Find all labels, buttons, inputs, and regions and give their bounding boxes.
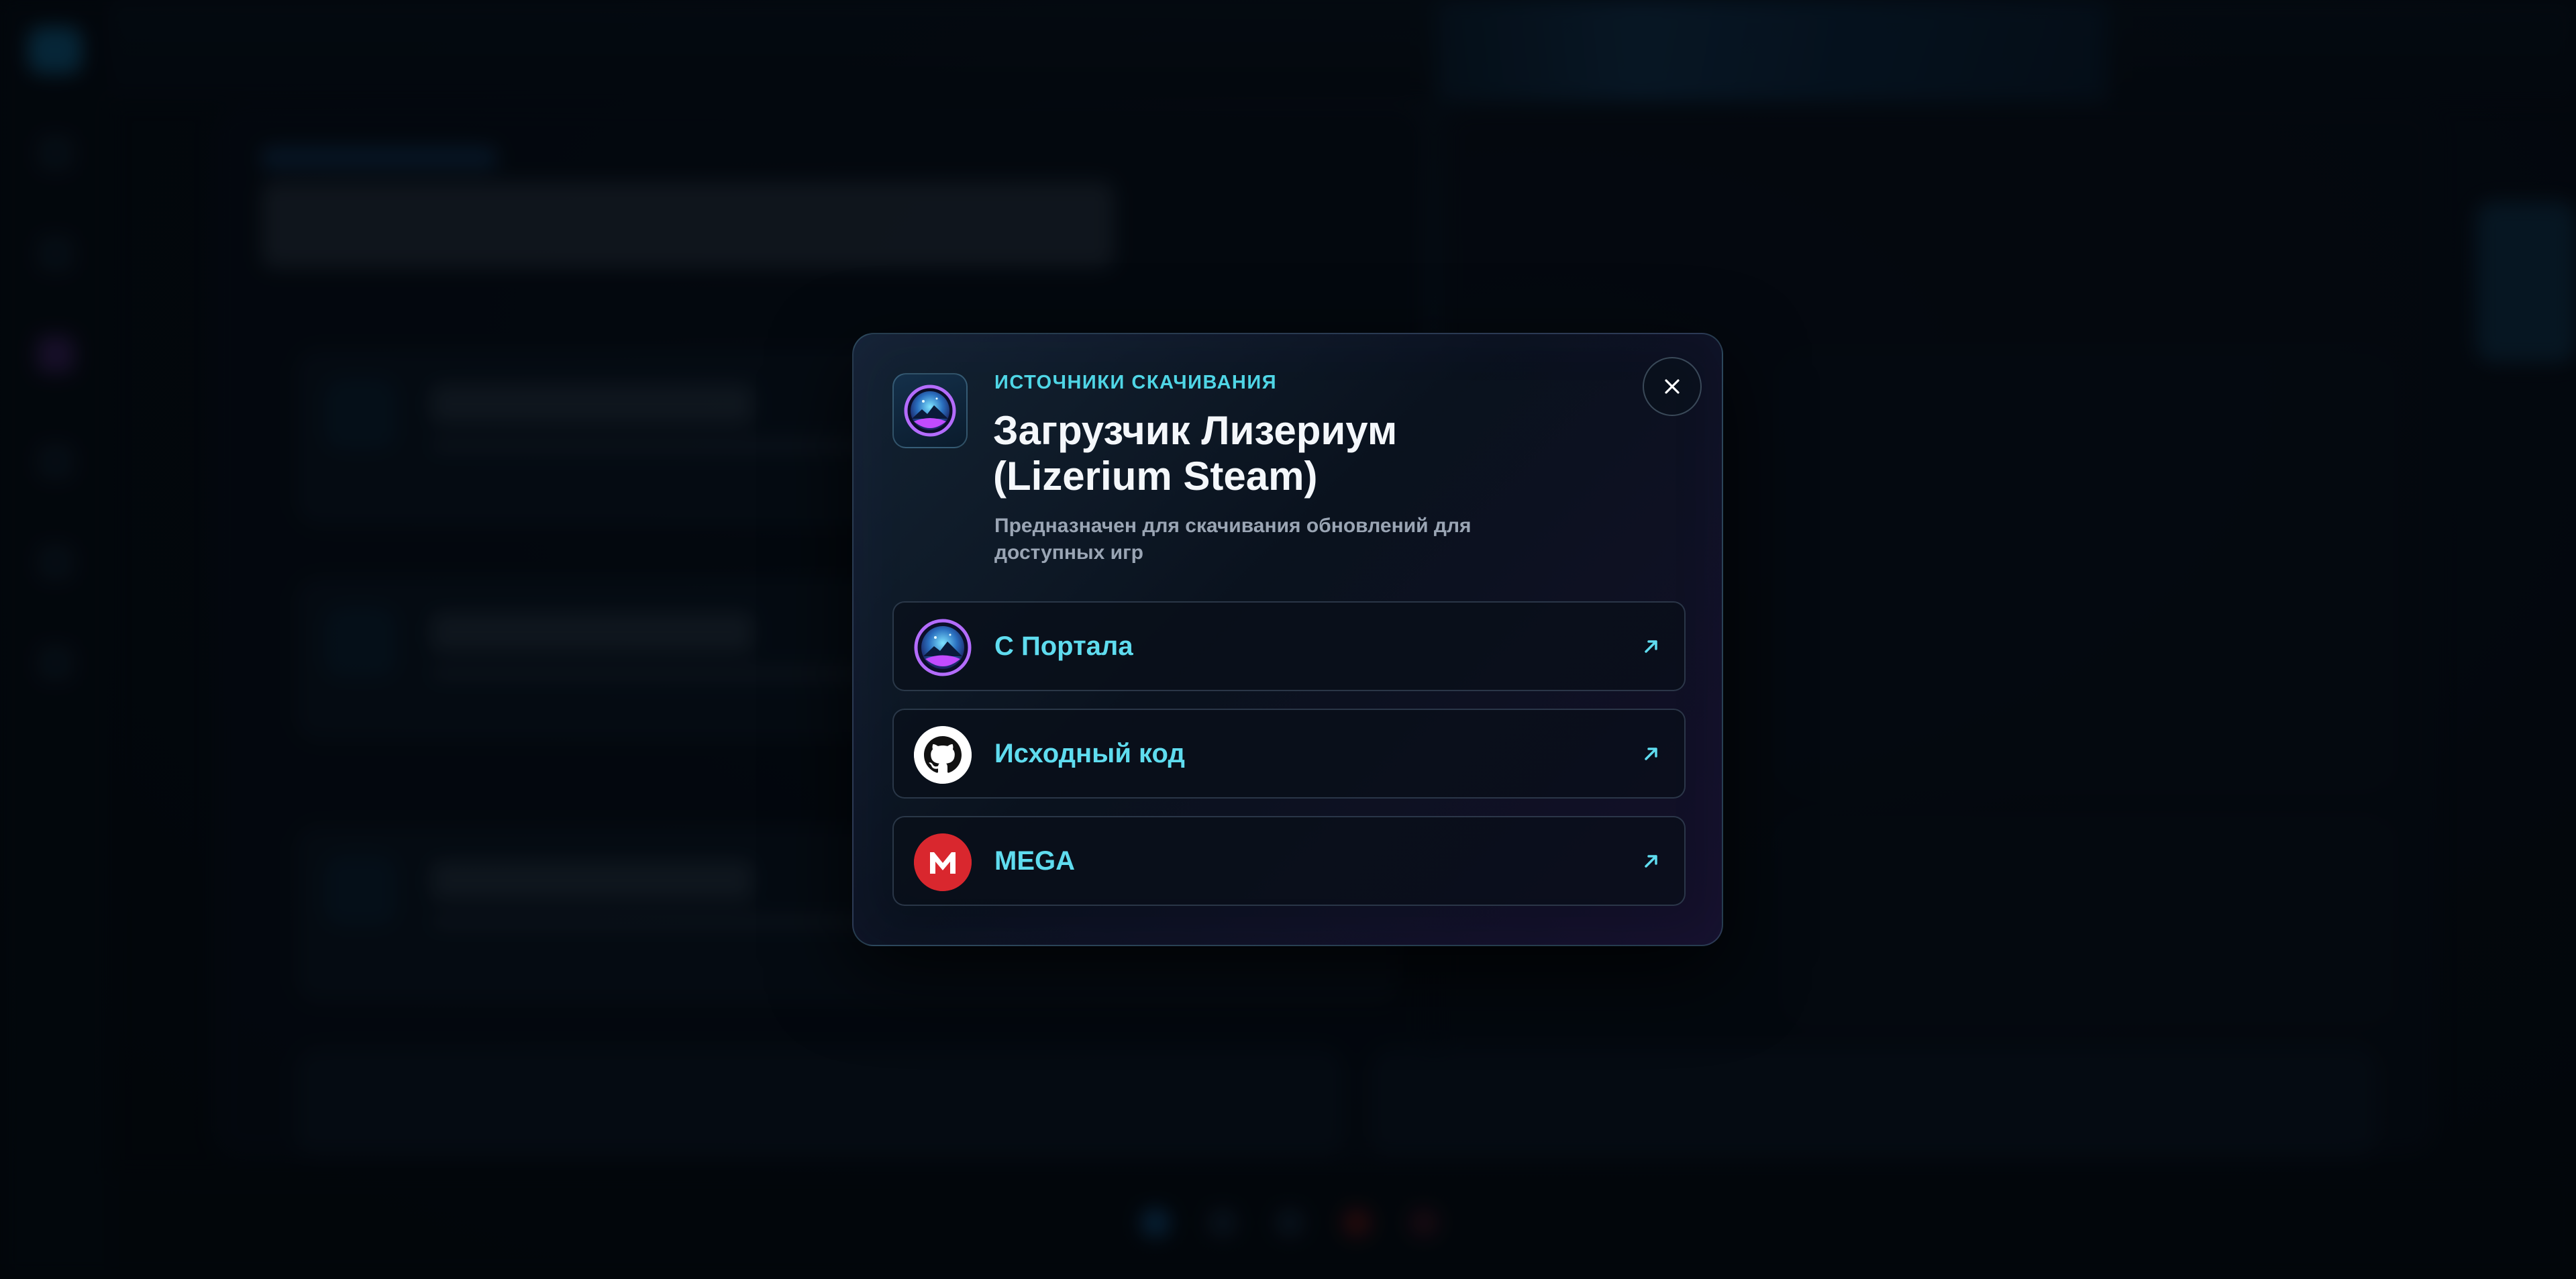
external-link-arrow-icon	[1639, 633, 1664, 659]
modal-title: Загрузчик Лизериум (Lizerium Steam)	[993, 408, 1398, 499]
link-label: С Портала	[994, 631, 1133, 661]
link-label: Исходный код	[994, 738, 1185, 768]
link-source-code[interactable]: Исходный код	[892, 709, 1686, 799]
link-mega[interactable]: MEGA	[892, 816, 1686, 906]
external-link-arrow-icon	[1639, 848, 1664, 874]
lizerium-logo-icon	[892, 373, 968, 448]
download-links-list: С Портала Исходный код MEGA	[892, 601, 1686, 923]
github-icon	[914, 726, 972, 784]
link-label: MEGA	[994, 846, 1075, 876]
modal-description: Предназначен для скачивания обновлений д…	[994, 515, 1472, 564]
close-icon	[1665, 379, 1680, 394]
modal-eyebrow: ИСТОЧНИКИ СКАЧИВАНИЯ	[994, 372, 1278, 393]
lizerium-logo-icon	[914, 619, 972, 676]
close-button[interactable]	[1643, 357, 1702, 416]
mega-icon	[914, 833, 972, 891]
app-stage: ИСТОЧНИКИ СКАЧИВАНИЯ Загрузчик Лизериум …	[0, 0, 2576, 1279]
download-sources-modal: ИСТОЧНИКИ СКАЧИВАНИЯ Загрузчик Лизериум …	[852, 333, 1723, 946]
external-link-arrow-icon	[1639, 741, 1664, 766]
link-portal[interactable]: С Портала	[892, 601, 1686, 691]
